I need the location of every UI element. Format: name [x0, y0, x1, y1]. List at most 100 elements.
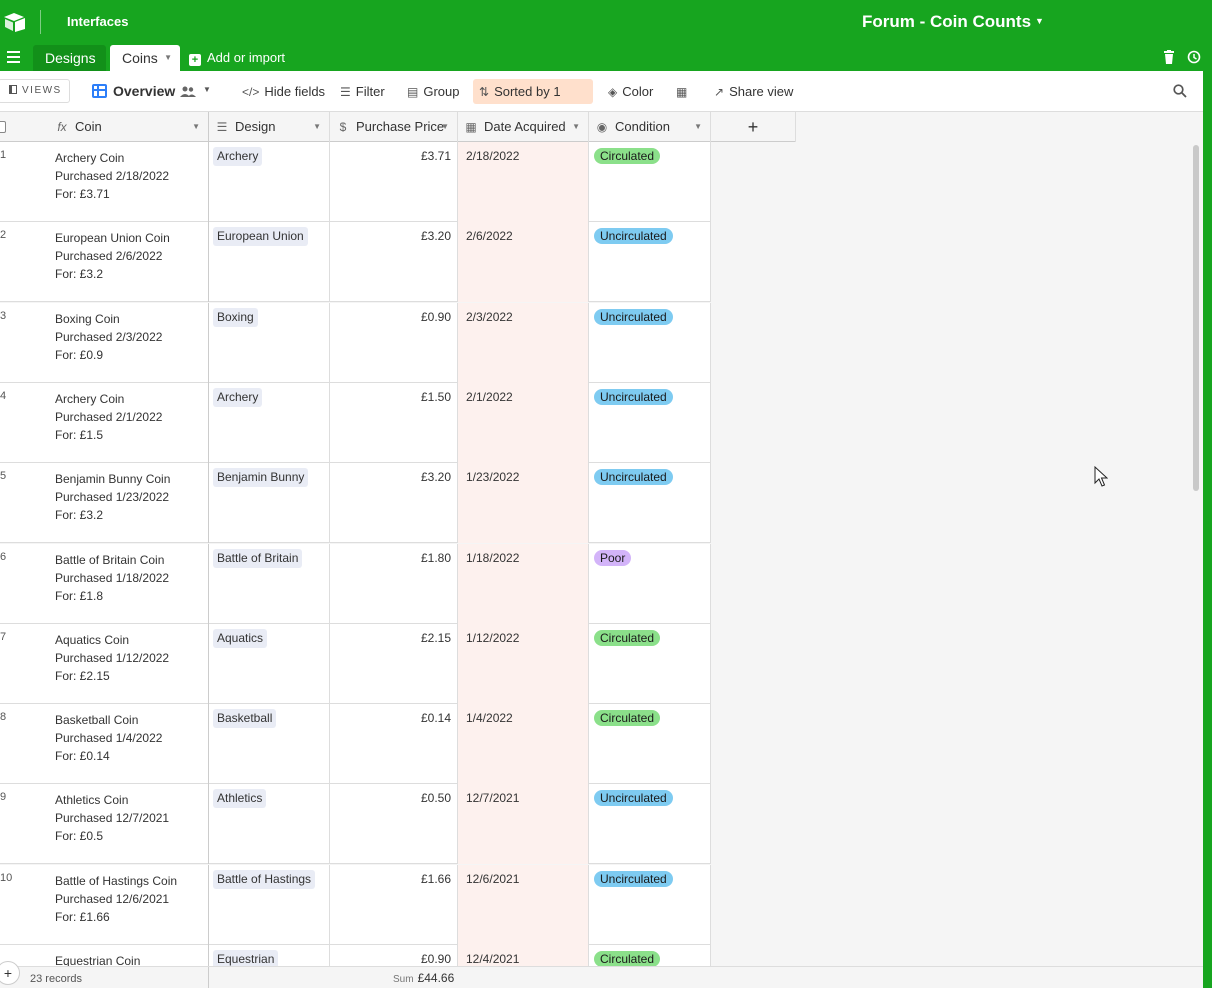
table-row[interactable]: 8 Basketball Coin Purchased 1/4/2022 For: £…: [0, 704, 711, 785]
design-cell[interactable]: Equestrian: [209, 945, 330, 966]
purchase-price-cell[interactable]: £0.90: [330, 945, 458, 966]
view-switcher[interactable]: Overview: [92, 83, 175, 99]
condition-cell[interactable]: Circulated: [589, 142, 711, 222]
date-acquired-cell[interactable]: 2/6/2022: [458, 222, 589, 303]
trash-icon[interactable]: [1163, 50, 1175, 64]
vertical-scrollbar[interactable]: [1193, 145, 1199, 491]
design-cell[interactable]: Battle of Britain: [209, 543, 330, 624]
sort-button[interactable]: ⇅Sorted by 1 field: [473, 79, 593, 125]
table-row[interactable]: 9 Athletics Coin Purchased 12/7/2021 For: £…: [0, 784, 711, 865]
column-header-date-acquired[interactable]: ▦ Date Acquired ▼: [458, 112, 589, 142]
table-row[interactable]: 3 Boxing Coin Purchased 2/3/2022 For: £0.9 B…: [0, 302, 711, 383]
hide-fields-button[interactable]: </> Hide fields: [236, 79, 331, 104]
coin-cell[interactable]: Archery Coin Purchased 2/1/2022 For: £1.5: [46, 382, 209, 463]
purchase-price-cell[interactable]: £2.15: [330, 623, 458, 704]
panel-resize-handle-icon[interactable]: [1206, 515, 1210, 531]
interfaces-link[interactable]: Interfaces: [67, 14, 128, 29]
date-acquired-cell[interactable]: 1/18/2022: [458, 543, 589, 624]
design-link-chip[interactable]: Athletics: [213, 789, 267, 809]
design-link-chip[interactable]: Battle of Hastings: [213, 869, 316, 889]
purchase-price-cell[interactable]: £3.20: [330, 463, 458, 544]
view-chevron-down-icon[interactable]: ▼: [203, 85, 211, 94]
history-icon[interactable]: [1187, 50, 1201, 64]
table-row[interactable]: 1 Archery Coin Purchased 2/18/2022 For: £3.…: [0, 142, 711, 222]
tab-coins[interactable]: Coins ▼: [110, 45, 180, 71]
coin-cell[interactable]: Athletics Coin Purchased 12/7/2021 For: £0…: [46, 784, 209, 865]
design-cell[interactable]: Archery: [209, 382, 330, 463]
design-cell[interactable]: Boxing: [209, 302, 330, 383]
design-link-chip[interactable]: Archery: [213, 387, 263, 407]
color-button[interactable]: ◈ Color: [602, 79, 659, 104]
condition-cell[interactable]: Uncirculated: [589, 784, 711, 865]
design-cell[interactable]: Benjamin Bunny: [209, 463, 330, 544]
column-menu-chevron-icon[interactable]: ▼: [694, 112, 702, 142]
coin-cell[interactable]: Battle of Britain Coin Purchased 1/18/202…: [46, 543, 209, 624]
column-header-design[interactable]: ☰ Design ▼: [209, 112, 330, 142]
tab-coins-chevron-down-icon[interactable]: ▼: [164, 45, 172, 71]
condition-cell[interactable]: Circulated: [589, 945, 711, 966]
base-title[interactable]: Forum - Coin Counts ▼: [862, 12, 1044, 32]
column-menu-chevron-icon[interactable]: ▼: [313, 112, 321, 142]
condition-cell[interactable]: Uncirculated: [589, 302, 711, 383]
date-acquired-cell[interactable]: 12/7/2021: [458, 784, 589, 865]
views-sidebar-toggle[interactable]: VIEWS: [0, 79, 70, 103]
date-acquired-cell[interactable]: 12/4/2021: [458, 945, 589, 966]
purchase-price-cell[interactable]: £3.71: [330, 142, 458, 222]
column-header-condition[interactable]: ◉ Condition ▼: [589, 112, 711, 142]
column-header-coin[interactable]: fx Coin ▼: [46, 112, 209, 142]
group-button[interactable]: ▤ Group: [401, 79, 465, 104]
menu-icon[interactable]: [7, 51, 20, 63]
purchase-price-cell[interactable]: £0.14: [330, 704, 458, 785]
condition-cell[interactable]: Uncirculated: [589, 222, 711, 303]
design-cell[interactable]: European Union: [209, 222, 330, 303]
column-header-purchase-price[interactable]: $ Purchase Price ▼: [330, 112, 458, 142]
design-cell[interactable]: Athletics: [209, 784, 330, 865]
date-acquired-cell[interactable]: 2/3/2022: [458, 302, 589, 383]
condition-cell[interactable]: Uncirculated: [589, 382, 711, 463]
add-record-button[interactable]: +: [0, 961, 20, 985]
condition-cell[interactable]: Uncirculated: [589, 864, 711, 945]
design-link-chip[interactable]: Equestrian: [213, 950, 279, 966]
condition-cell[interactable]: Poor: [589, 543, 711, 624]
design-cell[interactable]: Archery: [209, 142, 330, 222]
date-acquired-cell[interactable]: 2/18/2022: [458, 142, 589, 222]
table-row[interactable]: 4 Archery Coin Purchased 2/1/2022 For: £1.5…: [0, 382, 711, 463]
filter-button[interactable]: ☰ Filter: [334, 79, 391, 104]
design-link-chip[interactable]: Benjamin Bunny: [213, 468, 309, 488]
coin-cell[interactable]: Basketball Coin Purchased 1/4/2022 For: £0…: [46, 704, 209, 785]
design-link-chip[interactable]: Basketball: [213, 709, 277, 729]
add-field-button[interactable]: +: [711, 112, 796, 142]
row-height-button[interactable]: ▦: [670, 79, 698, 104]
purchase-price-cell[interactable]: £1.80: [330, 543, 458, 624]
table-row[interactable]: 6 Battle of Britain Coin Purchased 1/18/20…: [0, 543, 711, 624]
table-row[interactable]: 5 Benjamin Bunny Coin Purchased 1/23/2022 F…: [0, 463, 711, 544]
coin-cell[interactable]: Boxing Coin Purchased 2/3/2022 For: £0.9: [46, 302, 209, 383]
condition-cell[interactable]: Uncirculated: [589, 463, 711, 544]
coin-cell[interactable]: Benjamin Bunny Coin Purchased 1/23/2022 Fo…: [46, 463, 209, 544]
purchase-price-cell[interactable]: £0.90: [330, 302, 458, 383]
design-cell[interactable]: Basketball: [209, 704, 330, 785]
condition-cell[interactable]: Circulated: [589, 623, 711, 704]
purchase-price-cell[interactable]: £0.50: [330, 784, 458, 865]
column-menu-chevron-icon[interactable]: ▼: [192, 112, 200, 142]
table-row[interactable]: Equestrian Coin Equestrian £0.90 12/4/2021 C…: [0, 945, 711, 966]
date-acquired-cell[interactable]: 1/12/2022: [458, 623, 589, 704]
purchase-price-summary[interactable]: Sum £44.66: [393, 971, 454, 985]
add-or-import-button[interactable]: + Add or import: [189, 50, 285, 66]
design-cell[interactable]: Battle of Hastings: [209, 864, 330, 945]
design-link-chip[interactable]: Battle of Britain: [213, 548, 303, 568]
table-row[interactable]: 2 European Union Coin Purchased 2/6/2022 Fo…: [0, 222, 711, 303]
coin-cell[interactable]: European Union Coin Purchased 2/6/2022 For…: [46, 222, 209, 303]
design-cell[interactable]: Aquatics: [209, 623, 330, 704]
share-view-button[interactable]: ↗ Share view: [708, 79, 799, 104]
purchase-price-cell[interactable]: £1.50: [330, 382, 458, 463]
select-all-checkbox[interactable]: [0, 121, 6, 133]
coin-cell[interactable]: Archery Coin Purchased 2/18/2022 For: £3.7…: [46, 142, 209, 222]
tab-designs[interactable]: Designs: [33, 45, 106, 71]
date-acquired-cell[interactable]: 12/6/2021: [458, 864, 589, 945]
coin-cell[interactable]: Equestrian Coin: [46, 945, 209, 966]
date-acquired-cell[interactable]: 1/23/2022: [458, 463, 589, 544]
design-link-chip[interactable]: Archery: [213, 147, 263, 166]
search-icon[interactable]: [1173, 84, 1187, 98]
table-row[interactable]: 7 Aquatics Coin Purchased 1/12/2022 For: £2…: [0, 623, 711, 704]
